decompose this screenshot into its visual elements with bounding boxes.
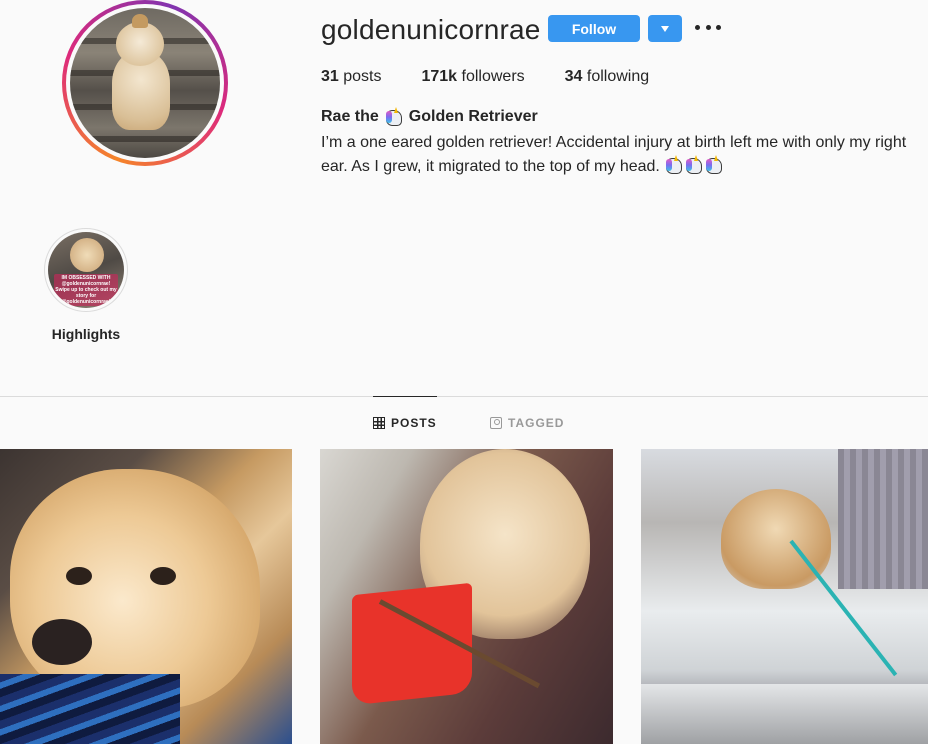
tagged-icon [490,416,502,429]
profile-avatar[interactable] [62,0,228,166]
more-options-icon[interactable] [695,16,721,38]
unicorn-emoji-icon [685,155,703,174]
followers-count[interactable]: 171k followers [421,68,524,86]
post-thumbnail[interactable] [641,449,928,744]
tab-tagged[interactable]: TAGGED [490,396,564,449]
unicorn-emoji-icon [385,107,403,126]
grid-icon [373,417,385,429]
profile-stats: 31 posts 171k followers 34 following [321,68,689,86]
avatar-image [70,8,220,158]
post-thumbnail[interactable] [320,449,613,744]
suggested-dropdown-button[interactable] [648,15,682,42]
highlight-cover: IM OBSESSED WITH @goldenunicornrae! Swip… [48,232,124,308]
dropdown-arrow-icon [661,26,669,32]
follow-button[interactable]: Follow [548,15,640,42]
story-highlight[interactable]: IM OBSESSED WITH @goldenunicornrae! Swip… [44,228,128,312]
tabs-divider [0,396,928,397]
following-count[interactable]: 34 following [565,68,650,86]
posts-count: 31 posts [321,68,382,85]
unicorn-emoji-icon [665,155,683,174]
profile-username: goldenunicornrae [321,14,541,45]
unicorn-emoji-icon [705,155,723,174]
highlight-label: Highlights [51,326,121,342]
profile-bio: I’m a one eared golden retriever! Accide… [321,134,907,175]
tab-posts[interactable]: POSTS [373,396,437,449]
profile-full-name: Rae the Golden Retriever [321,107,538,126]
highlight-overlay-text: IM OBSESSED WITH @goldenunicornrae! Swip… [54,274,118,306]
post-thumbnail[interactable] [0,449,292,744]
